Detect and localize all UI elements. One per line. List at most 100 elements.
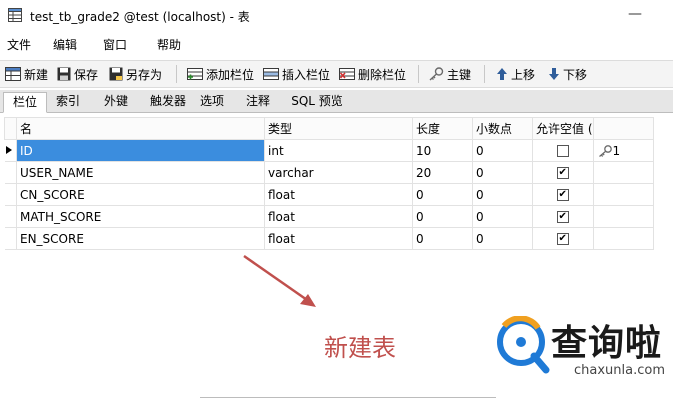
- move-down-button[interactable]: 下移: [548, 65, 587, 83]
- cell-type[interactable]: float: [264, 227, 413, 250]
- insert-field-label: 插入栏位: [282, 67, 331, 82]
- cell-allow-null: ✔: [532, 205, 594, 228]
- table-row[interactable]: EN_SCORE float 0 0 ✔: [4, 227, 654, 250]
- cell-allow-null: ✔: [532, 183, 594, 206]
- add-field-label: 添加栏位: [206, 67, 255, 82]
- header-decimals[interactable]: 小数点: [472, 117, 533, 140]
- allow-null-checkbox[interactable]: ✔: [556, 189, 569, 201]
- allow-null-checkbox[interactable]: ✔: [556, 233, 569, 245]
- cell-name[interactable]: EN_SCORE: [16, 227, 265, 250]
- key-icon: [429, 67, 444, 81]
- magnifier-logo-icon: [497, 316, 550, 374]
- row-indicator: [4, 205, 17, 228]
- row-indicator: [4, 183, 17, 206]
- tab-options[interactable]: 选项: [194, 92, 230, 111]
- primary-key-icon: [598, 145, 612, 157]
- delete-field-label: 删除栏位: [358, 67, 407, 82]
- tab-comment[interactable]: 注释: [240, 92, 276, 111]
- table-app-icon: [8, 8, 22, 22]
- header-length[interactable]: 长度: [412, 117, 473, 140]
- minimize-button[interactable]: —: [625, 6, 645, 22]
- cell-key: [592, 205, 654, 228]
- table-row[interactable]: MATH_SCORE float 0 0 ✔: [4, 205, 654, 228]
- row-indicator: [4, 227, 17, 250]
- cell-allow-null: [532, 139, 594, 162]
- cell-name[interactable]: CN_SCORE: [16, 183, 265, 206]
- cell-length[interactable]: 0: [412, 183, 473, 206]
- cell-allow-null: ✔: [532, 161, 594, 184]
- menu-edit[interactable]: 编辑: [53, 36, 77, 53]
- new-table-icon: [5, 67, 21, 81]
- cell-name[interactable]: USER_NAME: [16, 161, 265, 184]
- title-bar: test_tb_grade2 @test (localhost) - 表 —: [0, 0, 673, 30]
- tab-indexes[interactable]: 索引: [50, 92, 86, 111]
- arrow-up-icon: [497, 68, 507, 80]
- cell-type[interactable]: float: [264, 183, 413, 206]
- cell-name[interactable]: MATH_SCORE: [16, 205, 265, 228]
- cell-type[interactable]: float: [264, 205, 413, 228]
- menu-file[interactable]: 文件: [7, 36, 31, 53]
- menu-help[interactable]: 帮助: [157, 36, 181, 53]
- cell-decimals[interactable]: 0: [472, 227, 533, 250]
- menu-window[interactable]: 窗口: [103, 36, 127, 53]
- save-label: 保存: [74, 67, 99, 82]
- arrow-down-icon: [549, 68, 559, 80]
- table-row[interactable]: USER_NAME varchar 20 0 ✔: [4, 161, 654, 184]
- tab-sql-preview[interactable]: SQL 预览: [287, 92, 347, 111]
- header-indicator: [4, 117, 17, 140]
- tab-foreign-keys[interactable]: 外键: [96, 92, 136, 111]
- cell-length[interactable]: 0: [412, 205, 473, 228]
- row-indicator: [4, 161, 17, 184]
- fields-table: 名 类型 长度 小数点 允许空值 ( ID int 10 0 1 USER_NA…: [4, 117, 654, 250]
- toolbar: 新建 保存 另存为 添加栏位 插入栏位 删除栏位 主键 上移 下移: [0, 60, 673, 88]
- tab-fields[interactable]: 栏位: [3, 92, 47, 113]
- cell-type[interactable]: int: [264, 139, 413, 162]
- cell-allow-null: ✔: [532, 227, 594, 250]
- tab-triggers[interactable]: 触发器: [144, 92, 192, 111]
- cell-length[interactable]: 20: [412, 161, 473, 184]
- cell-decimals[interactable]: 0: [472, 183, 533, 206]
- move-up-button[interactable]: 上移: [496, 65, 535, 83]
- cell-key: [592, 227, 654, 250]
- cell-length[interactable]: 0: [412, 227, 473, 250]
- table-row[interactable]: CN_SCORE float 0 0 ✔: [4, 183, 654, 206]
- delete-field-button[interactable]: 删除栏位: [339, 65, 406, 83]
- header-name[interactable]: 名: [16, 117, 265, 140]
- primary-key-label: 主键: [447, 67, 472, 82]
- header-allow-null[interactable]: 允许空值 (: [532, 117, 594, 140]
- tab-bar: 栏位 索引 外键 触发器 选项 注释 SQL 预览: [0, 90, 673, 113]
- row-indicator: [4, 139, 17, 162]
- header-type[interactable]: 类型: [264, 117, 413, 140]
- cell-key: [592, 183, 654, 206]
- watermark-url: chaxunla.com: [574, 363, 665, 378]
- insert-field-button[interactable]: 插入栏位: [263, 65, 330, 83]
- allow-null-checkbox[interactable]: [556, 145, 569, 157]
- window-title: test_tb_grade2 @test (localhost) - 表: [30, 10, 250, 24]
- toolbar-separator: [484, 65, 485, 83]
- cell-type[interactable]: varchar: [264, 161, 413, 184]
- cell-name[interactable]: ID: [16, 139, 265, 162]
- menu-bar: 文件 编辑 窗口 帮助: [0, 34, 673, 54]
- cell-length[interactable]: 10: [412, 139, 473, 162]
- add-field-button[interactable]: 添加栏位: [187, 65, 254, 83]
- new-button[interactable]: 新建: [5, 65, 48, 83]
- cell-key: 1: [592, 139, 654, 162]
- status-strip: [200, 397, 496, 402]
- move-down-label: 下移: [563, 67, 588, 82]
- cell-key: [592, 161, 654, 184]
- cell-decimals[interactable]: 0: [472, 139, 533, 162]
- cell-decimals[interactable]: 0: [472, 205, 533, 228]
- watermark-brand: 查询啦: [551, 323, 663, 364]
- save-as-icon: [109, 67, 123, 81]
- allow-null-checkbox[interactable]: ✔: [556, 211, 569, 223]
- save-as-button[interactable]: 另存为: [109, 65, 162, 83]
- table-row[interactable]: ID int 10 0 1: [4, 139, 654, 162]
- cell-decimals[interactable]: 0: [472, 161, 533, 184]
- save-button[interactable]: 保存: [57, 65, 98, 83]
- toolbar-separator: [418, 65, 419, 83]
- primary-key-button[interactable]: 主键: [428, 65, 471, 83]
- save-as-label: 另存为: [126, 67, 163, 82]
- key-order: 1: [612, 143, 621, 158]
- move-up-label: 上移: [511, 67, 536, 82]
- allow-null-checkbox[interactable]: ✔: [556, 167, 569, 179]
